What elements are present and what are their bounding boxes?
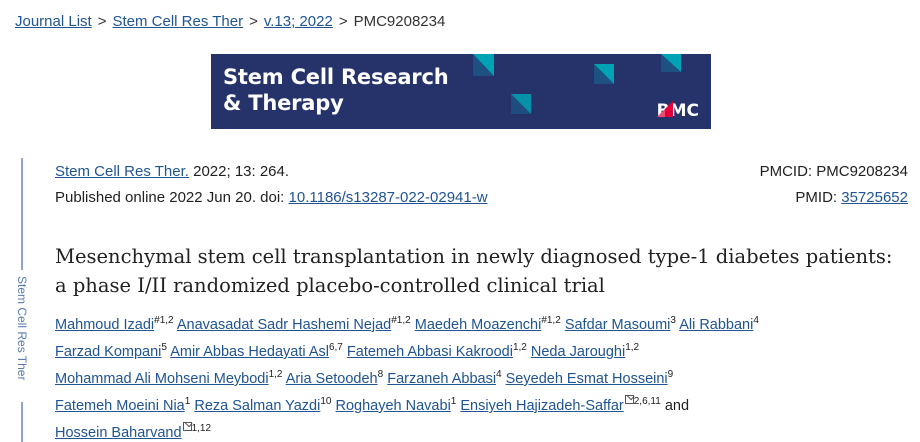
author-affiliation: 8	[377, 369, 384, 380]
pmid-label: PMID:	[795, 189, 842, 206]
author-link[interactable]: Seyedeh Esmat Hosseini	[506, 371, 668, 387]
author-link[interactable]: Hossein Baharvand	[55, 425, 182, 441]
author-list: Mahmoud Izadi#1,2 Anavasadat Sadr Hashem…	[55, 312, 915, 442]
authors-and: and	[664, 398, 690, 414]
breadcrumb-current: PMC9208234	[353, 13, 446, 30]
published-line: Published online 2022 Jun 20. doi: 10.11…	[55, 188, 488, 208]
banner-title-line1: Stem Cell Research	[223, 65, 449, 89]
article-title-line2: a phase I/II randomized placebo-controll…	[55, 274, 605, 297]
author-affiliation: 3	[670, 315, 676, 326]
published-text: Published online 2022 Jun 20. doi:	[55, 189, 289, 206]
banner-title-line2: & Therapy	[223, 91, 344, 115]
author-affiliation: 6,7	[328, 342, 343, 353]
author-link[interactable]: Aria Setoodeh	[286, 371, 378, 387]
author-affiliation: #1,2	[154, 315, 174, 326]
side-journal-label-text: Stem Cell Res Ther	[15, 276, 29, 381]
author-link[interactable]: Fatemeh Moeini Nia	[55, 398, 185, 414]
breadcrumb-separator: >	[249, 13, 258, 30]
breadcrumb-volume[interactable]: v.13; 2022	[264, 13, 333, 30]
journal-link[interactable]: Stem Cell Res Ther.	[55, 163, 189, 180]
author-affiliation: #1,2	[391, 315, 411, 326]
side-journal-label: Stem Cell Res Ther	[10, 276, 34, 396]
bmc-icon	[656, 101, 673, 117]
pmid-link[interactable]: 35725652	[841, 189, 908, 206]
author-link[interactable]: Farzad Kompani	[55, 344, 161, 360]
side-rule-bottom	[21, 402, 23, 442]
author-link[interactable]: Mohammad Ali Mohseni Meybodi	[55, 371, 269, 387]
banner-title: Stem Cell Research & Therapy	[223, 64, 449, 116]
author-link[interactable]: Roghayeh Navabi	[336, 398, 451, 414]
author-link[interactable]: Reza Salman Yazdi	[194, 398, 320, 414]
author-affiliation: 1,12	[191, 423, 212, 434]
side-rule-top	[21, 158, 23, 270]
author-link[interactable]: Anavasadat Sadr Hashemi Nejad	[177, 317, 391, 333]
breadcrumb-journal[interactable]: Stem Cell Res Ther	[112, 13, 243, 30]
article-title: Mesenchymal stem cell transplantation in…	[55, 242, 915, 300]
breadcrumb-separator: >	[97, 13, 107, 30]
citation-line: Stem Cell Res Ther. 2022; 13: 264.	[55, 162, 289, 182]
author-link[interactable]: Maedeh Moazenchi	[415, 317, 542, 333]
breadcrumb-journal-list[interactable]: Journal List	[15, 13, 92, 30]
author-affiliation: 1	[184, 396, 191, 407]
author-affiliation: 10	[320, 396, 332, 407]
author-affiliation: 4	[496, 369, 502, 380]
email-icon[interactable]	[182, 422, 192, 431]
author-affiliation: 1,2	[268, 369, 283, 380]
author-affiliation: 5	[161, 342, 167, 353]
article-title-line1: Mesenchymal stem cell transplantation in…	[55, 245, 893, 268]
author-link[interactable]: Amir Abbas Hedayati Asl	[170, 344, 329, 360]
citation-details: 2022; 13: 264.	[188, 163, 290, 180]
breadcrumb-separator: >	[338, 13, 348, 30]
author-link[interactable]: Mahmoud Izadi	[55, 317, 154, 333]
author-link[interactable]: Farzaneh Abbasi	[387, 371, 496, 387]
pmcid: PMCID: PMC9208234	[759, 163, 908, 180]
author-link[interactable]: Neda Jaroughi	[531, 344, 625, 360]
author-affiliation: 9	[667, 369, 674, 380]
author-affiliation: 2,6,11	[633, 396, 661, 407]
author-affiliation: #1,2	[541, 315, 561, 326]
author-link[interactable]: Ali Rabbani	[679, 317, 753, 333]
author-affiliation: 1	[450, 396, 457, 407]
author-link[interactable]: Safdar Masoumi	[565, 317, 671, 333]
author-affiliation: 1,2	[625, 342, 640, 353]
author-affiliation: 1,2	[512, 342, 527, 353]
email-icon[interactable]	[624, 395, 634, 404]
author-link[interactable]: Ensiyeh Hajizadeh-Saffar	[460, 398, 623, 414]
journal-banner[interactable]: Stem Cell Research & Therapy BMC	[211, 54, 711, 129]
breadcrumb: Journal List > Stem Cell Res Ther > v.13; 20…	[15, 12, 445, 32]
author-link[interactable]: Fatemeh Abbasi Kakroodi	[347, 344, 513, 360]
author-affiliation: 4	[753, 315, 759, 326]
doi-link[interactable]: 10.1186/s13287-022-02941-w	[289, 189, 488, 206]
bmc-logo: BMC	[656, 101, 699, 121]
pmid: PMID: 35725652	[795, 188, 908, 208]
